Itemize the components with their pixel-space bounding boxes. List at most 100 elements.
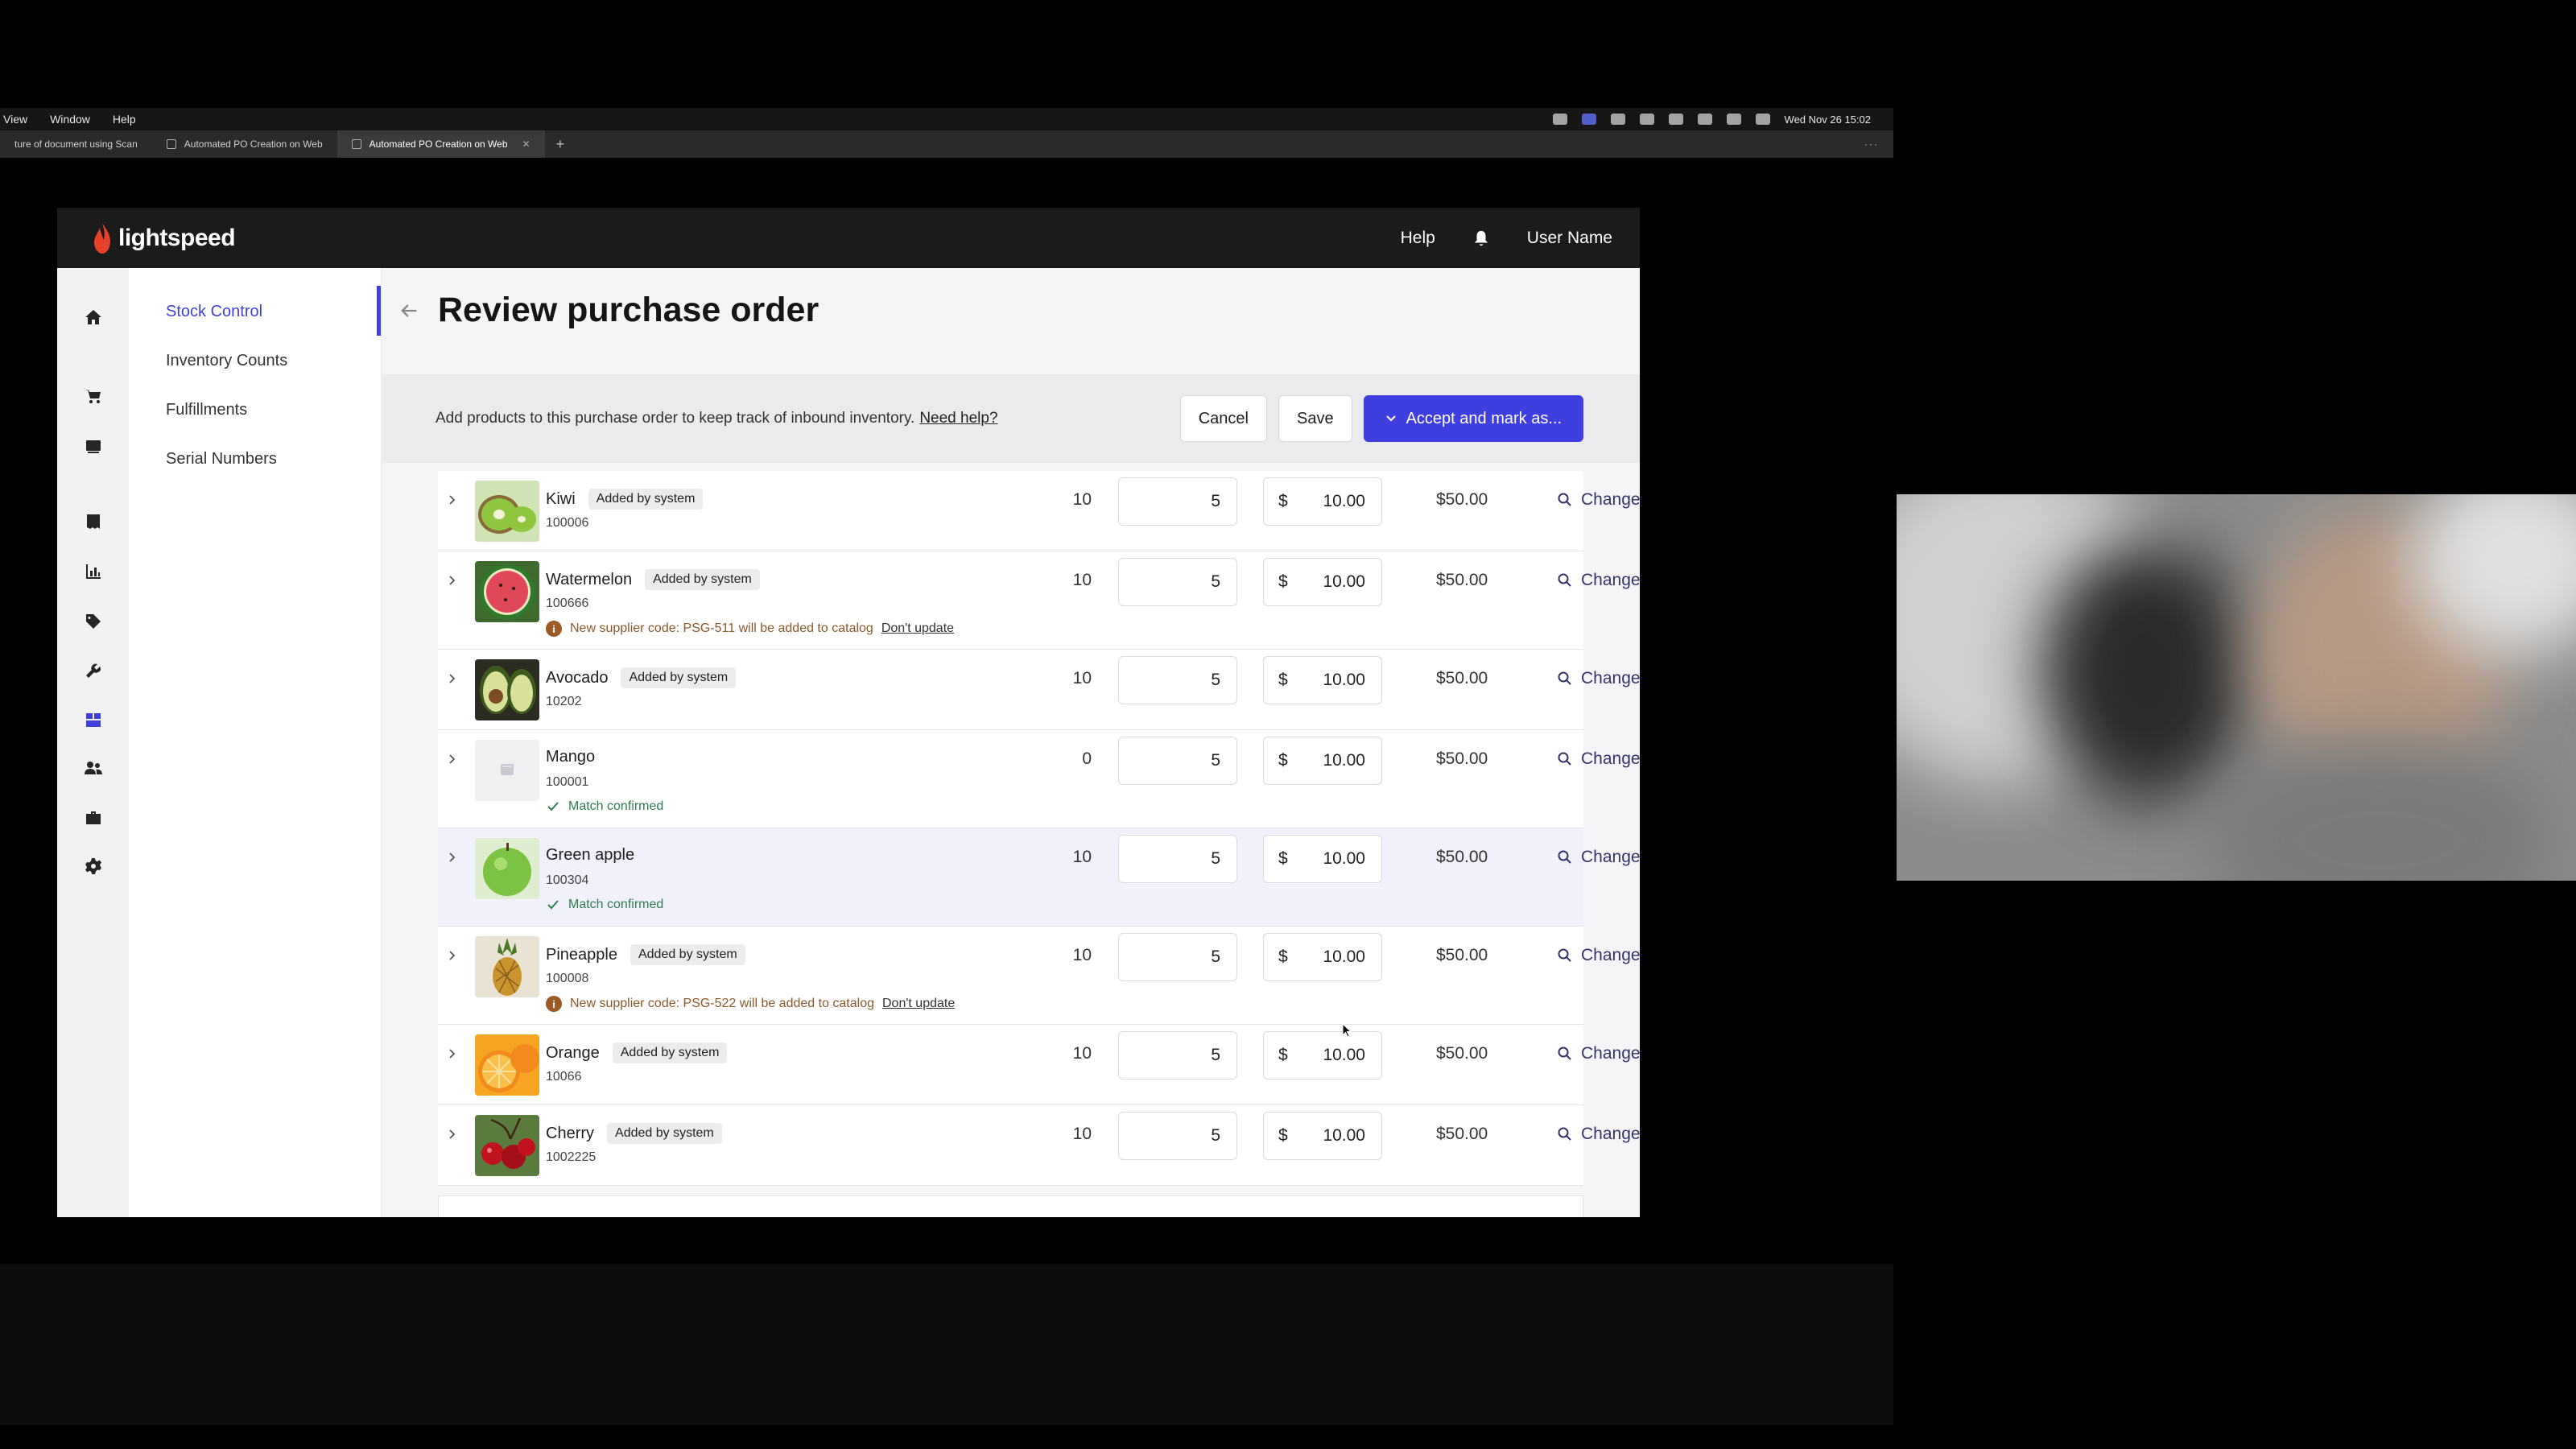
chevron-right-icon[interactable] bbox=[446, 1128, 459, 1141]
accept-and-mark-as-button[interactable]: Accept and mark as... bbox=[1363, 395, 1583, 442]
briefcase-icon[interactable] bbox=[83, 807, 104, 828]
unit-price-input[interactable]: $10.00 bbox=[1263, 1031, 1382, 1080]
checkmark-icon bbox=[547, 802, 559, 811]
browser-tab-label: Automated PO Creation on Web bbox=[369, 138, 508, 150]
chevron-right-icon[interactable] bbox=[446, 851, 459, 864]
menubar-clock[interactable]: Wed Nov 26 15:02 bbox=[1785, 114, 1871, 126]
search-icon bbox=[1558, 1046, 1571, 1060]
table-row: Avocado Added by system 10202 10 5 $10.0… bbox=[438, 650, 1640, 730]
cart-icon[interactable] bbox=[83, 386, 104, 407]
quantity-input[interactable]: 5 bbox=[1118, 1112, 1237, 1160]
add-product-search-field[interactable] bbox=[438, 1195, 1583, 1217]
unit-price-value: 10.00 bbox=[1323, 1126, 1365, 1145]
dont-update-link[interactable]: Don't update bbox=[881, 621, 954, 636]
product-thumbnail-placeholder bbox=[475, 740, 539, 801]
browser-tab[interactable]: ture of document using Scan bbox=[0, 130, 152, 158]
tab-overflow-icon[interactable]: ··· bbox=[1864, 138, 1893, 150]
wrench-icon[interactable] bbox=[83, 661, 104, 682]
quantity-value: 5 bbox=[1211, 751, 1220, 770]
browser-tab-active[interactable]: Automated PO Creation on Web ✕ bbox=[336, 130, 545, 158]
unit-price-input[interactable]: $10.00 bbox=[1263, 835, 1382, 883]
subnav-item-fulfillments[interactable]: Fulfillments bbox=[166, 401, 247, 419]
battery-icon[interactable] bbox=[1697, 114, 1712, 125]
change-product-button[interactable]: Change bbox=[1557, 1044, 1640, 1063]
menu-help[interactable]: Help bbox=[113, 113, 136, 126]
screen-share-icon[interactable] bbox=[1581, 114, 1596, 125]
wifi-icon[interactable] bbox=[1726, 114, 1741, 125]
added-by-system-badge: Added by system bbox=[630, 944, 745, 965]
currency-symbol: $ bbox=[1278, 572, 1288, 591]
settings-icon[interactable] bbox=[83, 856, 104, 877]
app-topbar: lightspeed Help User Name bbox=[57, 208, 1640, 268]
change-product-button[interactable]: Change bbox=[1557, 1125, 1640, 1144]
change-product-button[interactable]: Change bbox=[1557, 848, 1640, 867]
quantity-input[interactable]: 5 bbox=[1118, 933, 1237, 981]
change-label: Change bbox=[1581, 669, 1640, 687]
tag-icon[interactable] bbox=[83, 611, 104, 632]
dont-update-link[interactable]: Don't update bbox=[882, 997, 955, 1011]
subnav-item-inventory-counts[interactable]: Inventory Counts bbox=[166, 352, 287, 370]
need-help-link[interactable]: Need help? bbox=[919, 410, 997, 427]
product-name: Orange bbox=[546, 1043, 600, 1062]
quantity-value: 5 bbox=[1211, 947, 1220, 966]
subnav-item-stock-control[interactable]: Stock Control bbox=[166, 303, 262, 321]
subnav-item-serial-numbers[interactable]: Serial Numbers bbox=[166, 450, 277, 469]
chevron-right-icon[interactable] bbox=[446, 1047, 459, 1060]
receipt-icon[interactable] bbox=[83, 511, 104, 532]
menu-view[interactable]: View bbox=[3, 113, 27, 126]
status-item-icon[interactable] bbox=[1552, 114, 1567, 125]
change-product-button[interactable]: Change bbox=[1557, 490, 1640, 510]
ordered-quantity: 0 bbox=[1082, 749, 1092, 768]
spotlight-search-icon[interactable] bbox=[1755, 114, 1770, 125]
inventory-icon[interactable] bbox=[83, 709, 104, 730]
unit-price-input[interactable]: $10.00 bbox=[1263, 477, 1382, 526]
new-tab-button[interactable]: + bbox=[545, 136, 576, 153]
lightspeed-logo[interactable]: lightspeed bbox=[93, 222, 236, 254]
help-link[interactable]: Help bbox=[1401, 229, 1435, 248]
change-product-button[interactable]: Change bbox=[1557, 571, 1640, 590]
quantity-input[interactable]: 5 bbox=[1118, 656, 1237, 704]
reports-icon[interactable] bbox=[83, 561, 104, 582]
quantity-input[interactable]: 5 bbox=[1118, 558, 1237, 606]
match-confirmed-status: Match confirmed bbox=[546, 898, 663, 912]
chevron-right-icon[interactable] bbox=[446, 753, 459, 766]
change-product-button[interactable]: Change bbox=[1557, 946, 1640, 965]
browser-tab[interactable]: Automated PO Creation on Web bbox=[152, 130, 337, 158]
customers-icon[interactable] bbox=[83, 758, 104, 778]
quantity-input[interactable]: 5 bbox=[1118, 1031, 1237, 1080]
ordered-quantity: 10 bbox=[1072, 1125, 1092, 1143]
status-item-icon[interactable] bbox=[1639, 114, 1654, 125]
change-product-button[interactable]: Change bbox=[1557, 669, 1640, 688]
mouse-cursor-icon bbox=[1342, 1023, 1352, 1038]
unit-price-input[interactable]: $10.00 bbox=[1263, 558, 1382, 606]
quantity-input[interactable]: 5 bbox=[1118, 477, 1237, 526]
purchase-order-lines: Kiwi Added by system 100006 10 5 $10.00 … bbox=[438, 471, 1640, 1217]
home-icon[interactable] bbox=[83, 307, 104, 328]
info-icon: i bbox=[546, 621, 562, 637]
unit-price-value: 10.00 bbox=[1323, 492, 1365, 510]
unit-price-input[interactable]: $10.00 bbox=[1263, 737, 1382, 785]
unit-price-input[interactable]: $10.00 bbox=[1263, 656, 1382, 704]
bell-icon[interactable] bbox=[1472, 229, 1490, 247]
cancel-button[interactable]: Cancel bbox=[1179, 395, 1267, 442]
chevron-right-icon[interactable] bbox=[446, 493, 459, 506]
change-label: Change bbox=[1581, 571, 1640, 589]
status-item-icon[interactable] bbox=[1668, 114, 1683, 125]
unit-price-input[interactable]: $10.00 bbox=[1263, 933, 1382, 981]
save-button[interactable]: Save bbox=[1278, 395, 1352, 442]
quantity-input[interactable]: 5 bbox=[1118, 835, 1237, 883]
quantity-input[interactable]: 5 bbox=[1118, 737, 1237, 785]
unit-price-input[interactable]: $10.00 bbox=[1263, 1112, 1382, 1160]
register-icon[interactable] bbox=[83, 436, 104, 456]
status-item-icon[interactable] bbox=[1610, 114, 1625, 125]
watermelon-image bbox=[475, 561, 539, 622]
chevron-right-icon[interactable] bbox=[446, 672, 459, 685]
close-tab-icon[interactable]: ✕ bbox=[522, 138, 530, 150]
user-menu[interactable]: User Name bbox=[1527, 229, 1612, 248]
change-label: Change bbox=[1581, 1125, 1640, 1143]
chevron-right-icon[interactable] bbox=[446, 949, 459, 962]
chevron-right-icon[interactable] bbox=[446, 574, 459, 587]
change-product-button[interactable]: Change bbox=[1557, 749, 1640, 769]
menu-window[interactable]: Window bbox=[50, 113, 90, 126]
back-arrow-icon[interactable] bbox=[398, 299, 420, 322]
